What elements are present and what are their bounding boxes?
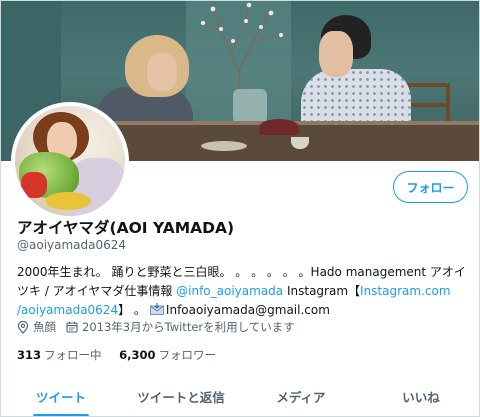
bio-email: Infoaoiyamada@gmail.com [165,303,330,317]
display-name: アオイヤマダ(AOI YAMADA) [17,219,235,237]
profile-page: フォロー アオイヤマダ(AOI YAMADA) @aoiyamada0624 2… [0,0,480,417]
tab-tweets-and-replies[interactable]: ツイートと返信 [121,374,241,416]
bio-text-2: Instagram【 [283,284,361,298]
banner-person-right-face [319,31,353,77]
profile-tabs: ツイート ツイートと返信 メディア いいね [1,374,479,416]
banner-plate [201,141,247,151]
banner-chair-rail [406,103,450,107]
followers-link[interactable]: 6,300 フォロワー [119,348,216,362]
bio-link-info[interactable]: @info_aoiyamada [176,284,283,298]
followers-label: フォロワー [158,348,217,362]
avatar[interactable] [11,102,129,220]
join-date-text: 2013年3月からTwitterを利用しています [82,320,295,334]
handle: @aoiyamada0624 [17,238,127,252]
tab-media[interactable]: メディア [241,374,361,416]
banner-person-left-face [147,53,177,91]
following-link[interactable]: 313 フォロー中 [17,348,102,362]
tab-likes[interactable]: いいね [361,374,479,416]
avatar-glove [21,172,47,198]
follow-stats: 313 フォロー中 6,300 フォロワー [17,347,230,363]
join-date: 2013年3月からTwitterを利用しています [66,319,295,335]
following-label: フォロー中 [44,348,102,362]
profile-meta: 魚顔 2013年3月からTwitterを利用しています [17,319,305,335]
avatar-banana [45,192,91,210]
banner-hat [259,119,299,135]
mail-icon [150,303,164,315]
followers-count: 6,300 [119,348,156,362]
following-count: 313 [17,348,42,362]
location-icon [17,320,29,334]
location-text: 魚顔 [33,320,56,334]
tab-tweets[interactable]: ツイート [1,374,121,416]
bio-text-3: 】 。 [118,303,146,317]
calendar-icon [66,321,78,333]
location: 魚顔 [17,319,56,335]
follow-button[interactable]: フォロー [393,171,468,203]
bio: 2000年生まれ。 踊りと野菜と三白眼。 。 。 。 。 。Hado manag… [17,263,473,320]
